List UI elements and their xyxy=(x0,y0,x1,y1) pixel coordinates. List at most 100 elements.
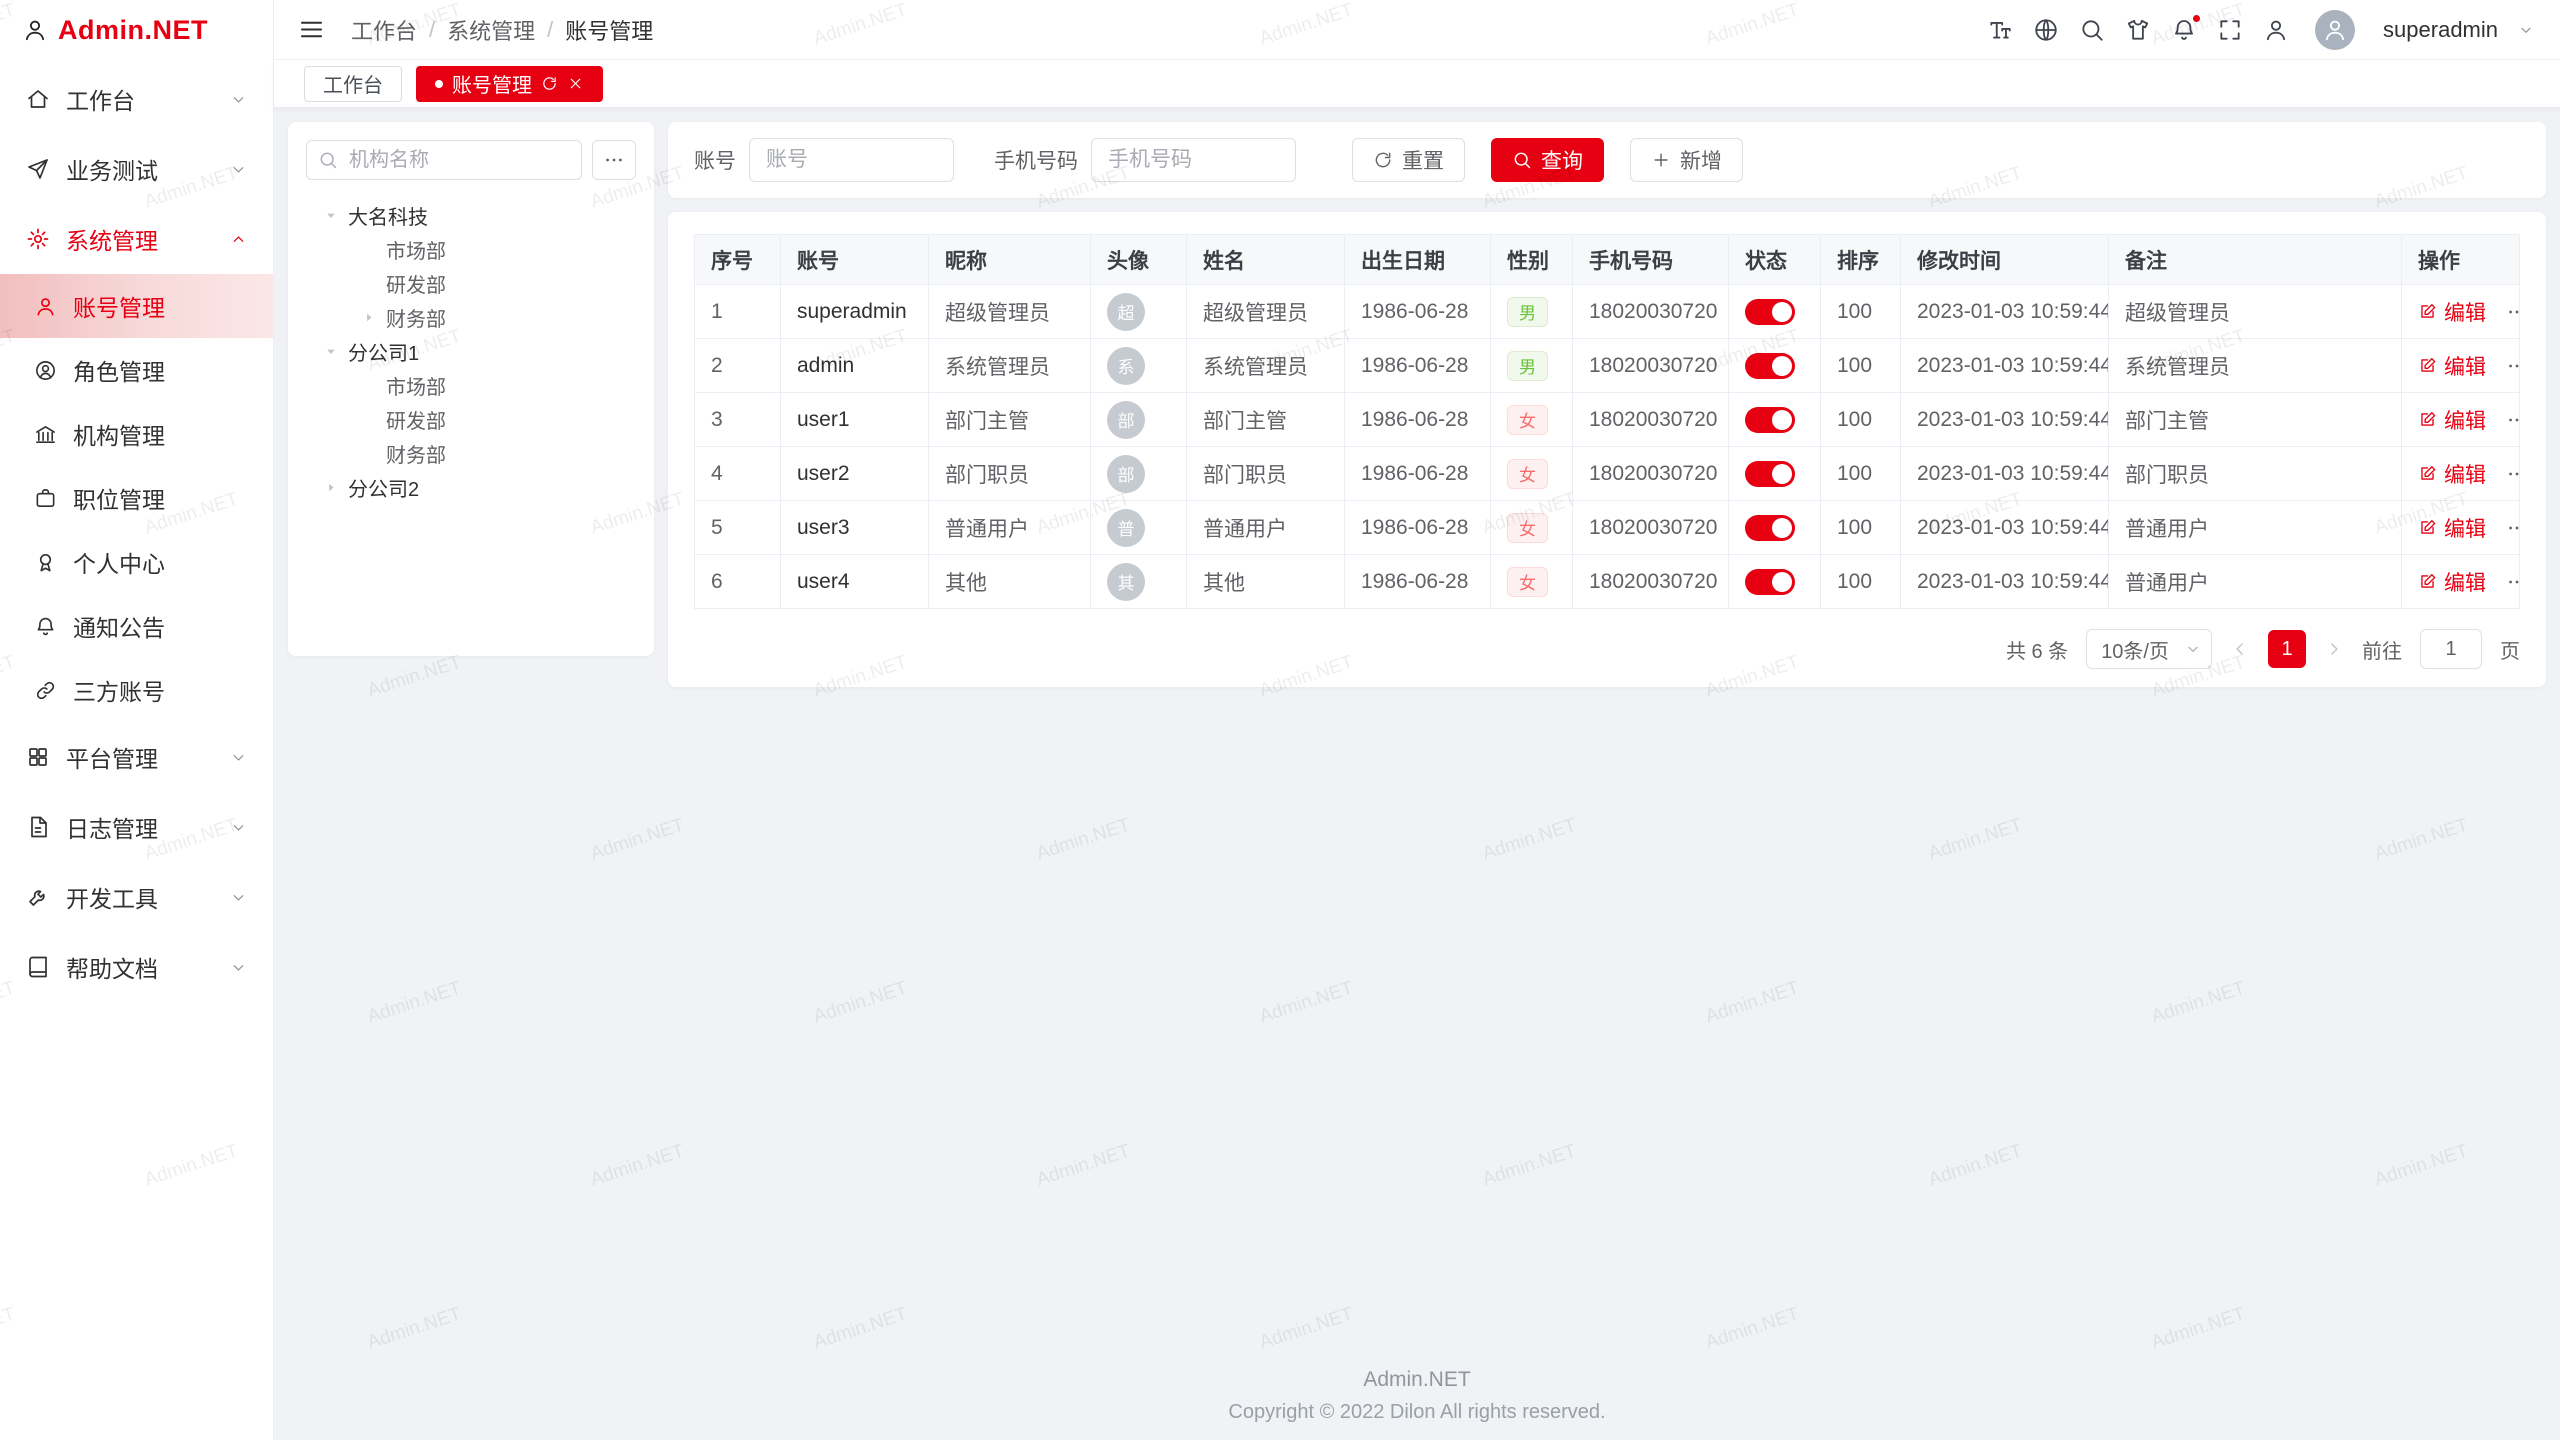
org-name-search-input[interactable] xyxy=(306,140,582,180)
plus-icon xyxy=(1651,150,1671,170)
sidebar-item-workbench[interactable]: 工作台 xyxy=(0,64,273,134)
more-actions-button[interactable] xyxy=(2506,409,2520,431)
edit-icon xyxy=(2418,302,2437,321)
sidebar-item-platform-manage[interactable]: 平台管理 xyxy=(0,722,273,792)
tree-node[interactable]: 市场部 xyxy=(306,232,636,266)
sidebar-item-label: 三方账号 xyxy=(73,673,165,707)
sidebar-item-org-manage[interactable]: 机构管理 xyxy=(0,402,273,466)
fullscreen-icon[interactable] xyxy=(2217,17,2243,43)
phone-input[interactable] xyxy=(1091,138,1296,182)
role-icon xyxy=(34,359,57,382)
sidebar-item-help-docs[interactable]: 帮助文档 xyxy=(0,932,273,1002)
status-toggle[interactable] xyxy=(1745,569,1795,595)
theme-icon[interactable] xyxy=(2125,17,2151,43)
column-header: 昵称 xyxy=(929,235,1091,285)
tab-label: 工作台 xyxy=(323,69,383,98)
more-actions-button[interactable] xyxy=(2506,355,2520,377)
tree-node[interactable]: 大名科技 xyxy=(306,198,636,232)
caret-right-icon[interactable] xyxy=(358,310,380,325)
column-header: 操作 xyxy=(2402,235,2520,285)
sidebar-item-label: 开发工具 xyxy=(66,880,158,914)
chevron-down-icon xyxy=(230,889,247,906)
more-actions-button[interactable] xyxy=(2506,301,2520,323)
sidebar-item-role-manage[interactable]: 角色管理 xyxy=(0,338,273,402)
table-row: 6user4其他其其他1986-06-28女180200307201002023… xyxy=(695,555,2520,609)
page-unit-label: 页 xyxy=(2500,635,2520,664)
caret-right-icon[interactable] xyxy=(320,480,342,495)
username[interactable]: superadmin xyxy=(2383,17,2498,43)
tree-node[interactable]: 研发部 xyxy=(306,266,636,300)
chevron-down-icon xyxy=(230,959,247,976)
tree-more-button[interactable] xyxy=(592,140,636,180)
status-toggle[interactable] xyxy=(1745,461,1795,487)
user-icon[interactable] xyxy=(2263,17,2289,43)
more-actions-button[interactable] xyxy=(2506,517,2520,539)
tab-close-icon[interactable] xyxy=(567,75,584,92)
reset-button[interactable]: 重置 xyxy=(1352,138,1465,182)
sidebar-item-notice[interactable]: 通知公告 xyxy=(0,594,273,658)
breadcrumb: 工作台/系统管理/账号管理 xyxy=(351,14,653,46)
more-actions-button[interactable] xyxy=(2506,571,2520,593)
font-size-icon[interactable] xyxy=(1987,17,2013,43)
tree-node[interactable]: 市场部 xyxy=(306,368,636,402)
sidebar-item-system-manage[interactable]: 系统管理 xyxy=(0,204,273,274)
status-toggle[interactable] xyxy=(1745,353,1795,379)
next-page-button[interactable] xyxy=(2324,639,2344,659)
breadcrumb-item[interactable]: 账号管理 xyxy=(565,14,653,46)
sidebar-item-third-account[interactable]: 三方账号 xyxy=(0,658,273,722)
status-toggle[interactable] xyxy=(1745,299,1795,325)
sidebar-item-label: 业务测试 xyxy=(66,152,158,186)
chevron-down-icon xyxy=(230,819,247,836)
edit-icon xyxy=(2418,464,2437,483)
user-menu-chevron-down-icon[interactable] xyxy=(2518,22,2534,38)
tree-node[interactable]: 研发部 xyxy=(306,402,636,436)
phone-label: 手机号码 xyxy=(994,145,1078,175)
tree-node[interactable]: 分公司2 xyxy=(306,470,636,504)
more-actions-button[interactable] xyxy=(2506,463,2520,485)
chevron-down-icon xyxy=(230,749,247,766)
sidebar-item-label: 日志管理 xyxy=(66,810,158,844)
search-button[interactable]: 查询 xyxy=(1491,138,1604,182)
tab-workbench[interactable]: 工作台 xyxy=(304,66,402,102)
account-input[interactable] xyxy=(749,138,954,182)
notification-bell-icon[interactable] xyxy=(2171,17,2197,43)
sidebar-item-log-manage[interactable]: 日志管理 xyxy=(0,792,273,862)
gender-badge: 男 xyxy=(1507,351,1548,381)
tab-account-manage[interactable]: 账号管理 xyxy=(416,66,603,102)
edit-button[interactable]: 编辑 xyxy=(2418,405,2486,435)
edit-button[interactable]: 编辑 xyxy=(2418,351,2486,381)
edit-button[interactable]: 编辑 xyxy=(2418,513,2486,543)
status-toggle[interactable] xyxy=(1745,515,1795,541)
avatar[interactable] xyxy=(2315,10,2355,50)
current-page-button[interactable]: 1 xyxy=(2268,630,2306,668)
caret-down-icon[interactable] xyxy=(320,344,342,359)
edit-button[interactable]: 编辑 xyxy=(2418,567,2486,597)
prev-page-button[interactable] xyxy=(2230,639,2250,659)
sidebar-item-personal-center[interactable]: 个人中心 xyxy=(0,530,273,594)
tree-node[interactable]: 分公司1 xyxy=(306,334,636,368)
edit-button[interactable]: 编辑 xyxy=(2418,459,2486,489)
breadcrumb-item[interactable]: 工作台 xyxy=(351,14,417,46)
sidebar-item-account-manage[interactable]: 账号管理 xyxy=(0,274,273,338)
caret-down-icon[interactable] xyxy=(320,208,342,223)
page-size-select[interactable]: 10条/页 xyxy=(2086,629,2212,669)
search-icon[interactable] xyxy=(2079,17,2105,43)
add-button[interactable]: 新增 xyxy=(1630,138,1743,182)
hamburger-menu-icon[interactable] xyxy=(298,16,325,43)
gender-badge: 女 xyxy=(1507,567,1548,597)
tree-node[interactable]: 财务部 xyxy=(306,300,636,334)
sidebar-item-business-test[interactable]: 业务测试 xyxy=(0,134,273,204)
sidebar-item-position-manage[interactable]: 职位管理 xyxy=(0,466,273,530)
language-icon[interactable] xyxy=(2033,17,2059,43)
sidebar-item-dev-tools[interactable]: 开发工具 xyxy=(0,862,273,932)
footer-copyright: Copyright © 2022 Dilon All rights reserv… xyxy=(288,1401,2546,1424)
tree-node[interactable]: 财务部 xyxy=(306,436,636,470)
goto-page-input[interactable] xyxy=(2420,629,2482,669)
tab-refresh-icon[interactable] xyxy=(541,75,558,92)
breadcrumb-item[interactable]: 系统管理 xyxy=(447,14,535,46)
toggle-knob xyxy=(1772,464,1792,484)
logo[interactable]: Admin.NET xyxy=(0,0,273,60)
edit-button[interactable]: 编辑 xyxy=(2418,297,2486,327)
status-toggle[interactable] xyxy=(1745,407,1795,433)
accounts-table-panel: 序号账号昵称头像姓名出生日期性别手机号码状态排序修改时间备注操作 1supera… xyxy=(668,212,2546,687)
